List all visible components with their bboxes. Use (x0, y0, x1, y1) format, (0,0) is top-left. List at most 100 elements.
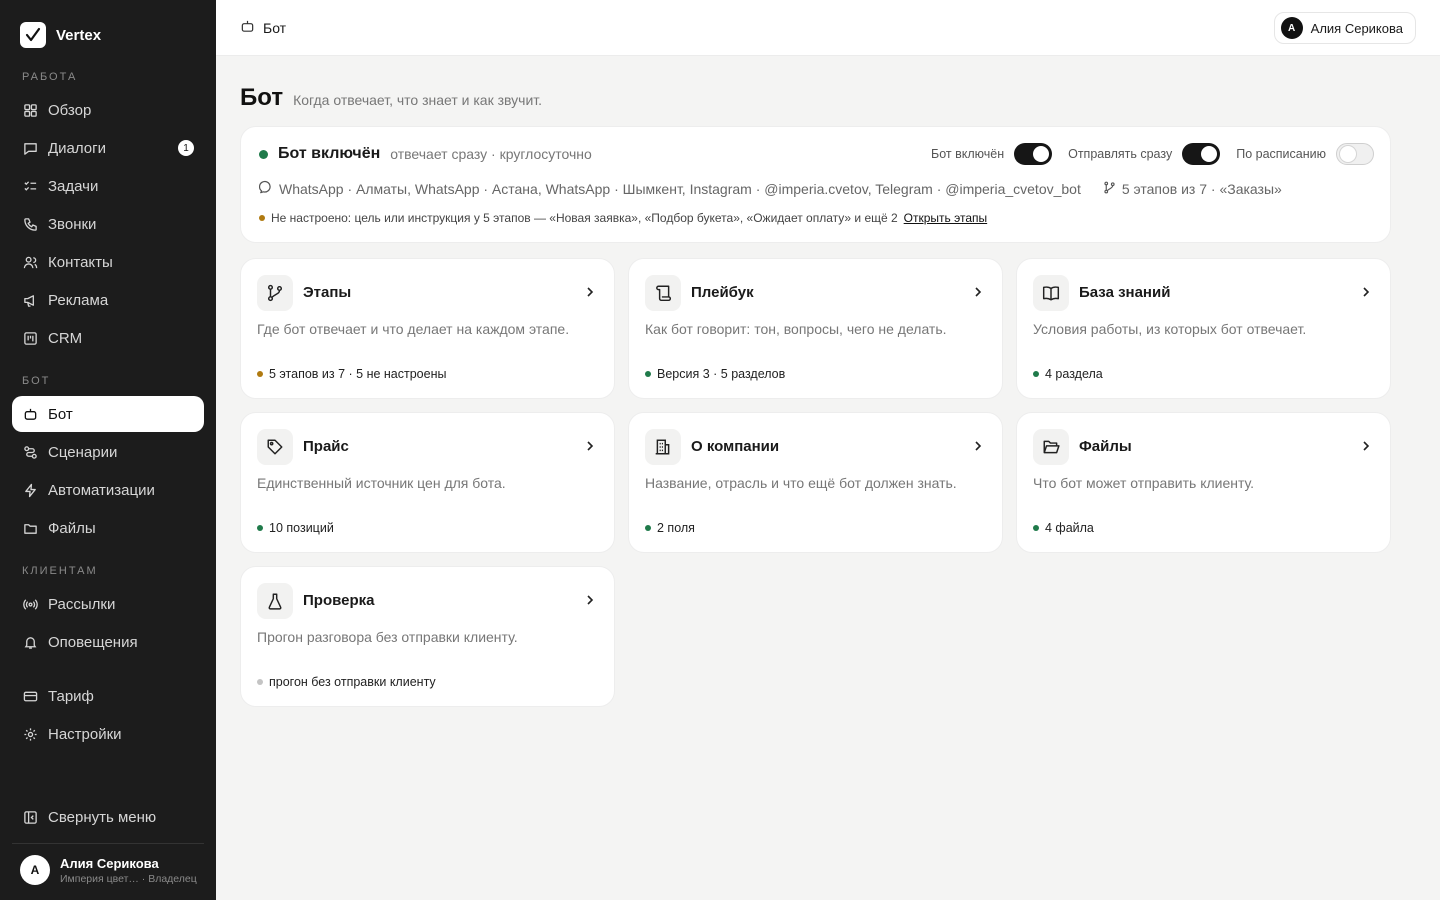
bot-icon (22, 406, 38, 422)
chevron-right-icon (972, 439, 984, 457)
sidebar-item-label: Файлы (48, 519, 96, 537)
unread-badge: 1 (178, 140, 194, 156)
section-label-bot: БОТ (22, 375, 51, 387)
card-files[interactable]: Файлы Что бот может отправить клиенту. 4… (1016, 412, 1391, 553)
user-role: · Владелец (141, 872, 197, 885)
sidebar-item-overview[interactable]: Обзор (12, 92, 204, 128)
card-price[interactable]: Прайс Единственный источник цен для бота… (240, 412, 615, 553)
sidebar-collapse-icon (22, 809, 38, 825)
toggle-knob (1033, 146, 1050, 162)
status-dot (257, 525, 263, 531)
card-playbook[interactable]: Плейбук Как бот говорит: тон, вопросы, ч… (628, 258, 1003, 399)
page-title: Бот (240, 84, 284, 111)
stages-text: 5 этапов из 7 · «Заказы» (1121, 180, 1282, 197)
send-immediately-toggle[interactable] (1182, 143, 1221, 165)
sidebar-item-label: Настройки (48, 725, 122, 743)
bell-icon (22, 634, 38, 650)
bot-status-card: Бот включён отвечает сразу · круглосуточ… (240, 126, 1391, 243)
bot-enabled-toggle[interactable] (1014, 143, 1053, 165)
card-description: Как бот говорит: тон, вопросы, чего не д… (645, 321, 947, 337)
toggle-knob (1201, 146, 1218, 162)
card-about-company[interactable]: О компании Название, отрасль и что ещё б… (628, 412, 1003, 553)
sidebar-item-label: Обзор (48, 101, 92, 119)
card-title: Проверка (303, 592, 375, 609)
sidebar-item-label: Реклама (48, 291, 109, 309)
account-name: Алия Серикова (1310, 20, 1403, 36)
collapse-menu-button[interactable]: Свернуть меню (12, 799, 204, 835)
sidebar-item-broadcasts[interactable]: Рассылки (12, 586, 204, 622)
sidebar-item-contacts[interactable]: Контакты (12, 244, 204, 280)
status-dot (645, 371, 651, 377)
tasks-icon (22, 178, 38, 194)
sidebar-item-automations[interactable]: Автоматизации (12, 472, 204, 508)
sidebar-item-label: Задачи (48, 177, 99, 195)
breadcrumb: Бот (240, 19, 286, 37)
sidebar-user[interactable]: А Алия Серикова Империя цвет… · Владелец (20, 855, 197, 885)
card-testing[interactable]: Проверка Прогон разговора без отправки к… (240, 566, 615, 707)
card-meta: Версия 3 · 5 разделов (657, 367, 786, 381)
card-description: Прогон разговора без отправки клиенту. (257, 629, 518, 645)
bolt-icon (22, 482, 38, 498)
scroll-icon (645, 275, 681, 311)
sidebar-divider (12, 843, 204, 844)
status-dot (645, 525, 651, 531)
folder-open-icon (1033, 429, 1069, 465)
section-label-clients: КЛИЕНТАМ (22, 565, 98, 577)
sidebar-item-crm[interactable]: CRM (12, 320, 204, 356)
status-dot (257, 679, 263, 685)
topbar: Бот А Алия Серикова (216, 0, 1440, 56)
card-title: Прайс (303, 438, 349, 455)
sidebar-item-dialogs[interactable]: Диалоги 1 (12, 130, 204, 166)
phone-icon (22, 216, 38, 232)
brand[interactable]: Vertex (20, 22, 101, 48)
tag-icon (257, 429, 293, 465)
chat-icon (22, 140, 38, 156)
status-toggles: Бот включён Отправлять сразу По расписан… (931, 143, 1374, 165)
sidebar: Vertex РАБОТА Обзор Диалоги 1 Задачи Зво… (0, 0, 216, 900)
sidebar-item-label: Звонки (48, 215, 97, 233)
status-title: Бот включён (278, 145, 381, 162)
vertex-logo-icon (20, 22, 46, 48)
sidebar-item-label: Диалоги (48, 139, 106, 157)
sidebar-item-label: Рассылки (48, 595, 116, 613)
sidebar-item-calls[interactable]: Звонки (12, 206, 204, 242)
users-icon (22, 254, 38, 270)
card-stages[interactable]: Этапы Где бот отвечает и что делает на к… (240, 258, 615, 399)
sidebar-item-settings[interactable]: Настройки (12, 716, 204, 752)
sidebar-item-label: Контакты (48, 253, 113, 271)
chevron-right-icon (1360, 439, 1372, 457)
kanban-icon (22, 330, 38, 346)
bot-icon (240, 19, 255, 37)
card-knowledge-base[interactable]: База знаний Условия работы, из которых б… (1016, 258, 1391, 399)
route-icon (22, 444, 38, 460)
folder-icon (22, 520, 38, 536)
sidebar-item-ads[interactable]: Реклама (12, 282, 204, 318)
branch-icon (1103, 181, 1116, 197)
account-menu-button[interactable]: А Алия Серикова (1273, 12, 1416, 44)
toggle-label-send-immediately: Отправлять сразу (1068, 147, 1173, 161)
sidebar-item-tasks[interactable]: Задачи (12, 168, 204, 204)
chat-icon (258, 180, 273, 197)
chevron-right-icon (584, 285, 596, 303)
sidebar-item-bot[interactable]: Бот (12, 396, 204, 432)
sidebar-item-label: Оповещения (48, 633, 138, 651)
schedule-toggle[interactable] (1336, 143, 1374, 165)
building-icon (645, 429, 681, 465)
card-title: О компании (691, 438, 780, 455)
sidebar-item-plan[interactable]: Тариф (12, 678, 204, 714)
user-company-role: Империя цвет… · Владелец (60, 873, 197, 885)
sidebar-item-files[interactable]: Файлы (12, 510, 204, 546)
gear-icon (22, 726, 38, 742)
toggle-knob (1340, 146, 1356, 162)
sidebar-item-scenarios[interactable]: Сценарии (12, 434, 204, 470)
sidebar-item-notifications[interactable]: Оповещения (12, 624, 204, 660)
card-description: Единственный источник цен для бота. (257, 475, 506, 491)
broadcast-icon (22, 596, 38, 612)
collapse-menu-label: Свернуть меню (48, 808, 157, 826)
chevron-right-icon (1360, 285, 1372, 303)
chevron-right-icon (584, 593, 596, 611)
sidebar-item-label: Тариф (48, 687, 94, 705)
card-meta: 2 поля (657, 521, 695, 535)
megaphone-icon (22, 292, 38, 308)
open-stages-link[interactable]: Открыть этапы (904, 211, 987, 225)
